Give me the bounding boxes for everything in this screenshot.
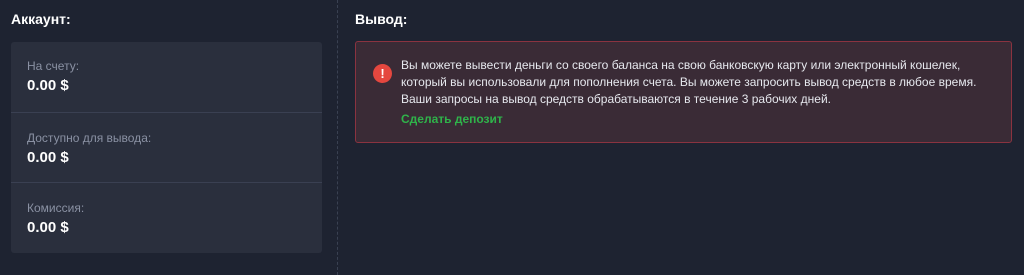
commission-stat: Комиссия: 0.00 $ [11, 182, 322, 253]
balance-value: 0.00 $ [27, 77, 69, 94]
account-title: Аккаунт: [11, 11, 71, 27]
commission-label: Комиссия: [27, 201, 85, 215]
withdraw-info-text: Вы можете вывести деньги со своего балан… [401, 58, 977, 106]
account-section: Аккаунт: На счету: 0.00 $ Доступно для в… [0, 0, 338, 275]
exclamation-icon: ! [373, 64, 392, 83]
available-stat: Доступно для вывода: 0.00 $ [11, 112, 322, 182]
available-value: 0.00 $ [27, 149, 69, 166]
balance-stat: На счету: 0.00 $ [11, 42, 322, 112]
available-label: Доступно для вывода: [27, 131, 152, 145]
make-deposit-link[interactable]: Сделать депозит [401, 112, 503, 126]
withdraw-title: Вывод: [355, 11, 408, 27]
balance-label: На счету: [27, 59, 80, 73]
withdraw-page: Аккаунт: На счету: 0.00 $ Доступно для в… [0, 0, 1024, 275]
commission-value: 0.00 $ [27, 219, 69, 236]
account-card: На счету: 0.00 $ Доступно для вывода: 0.… [11, 42, 322, 253]
withdraw-info-alert: ! Вы можете вывести деньги со своего бал… [355, 41, 1012, 143]
